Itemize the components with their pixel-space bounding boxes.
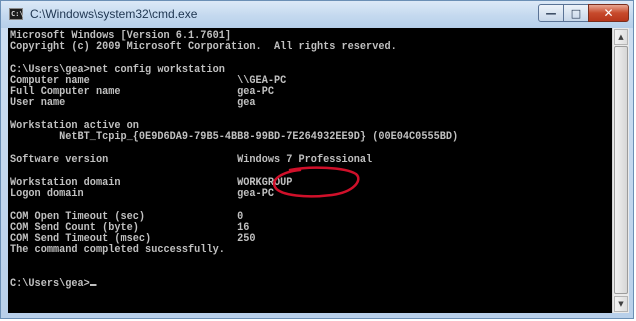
scroll-down-button[interactable]: ▼: [614, 296, 628, 312]
scroll-up-button[interactable]: ▲: [614, 29, 628, 45]
maximize-icon: □: [570, 6, 582, 20]
cmd-window: C:\ C:\Windows\system32\cmd.exe — □ ✕ Mi…: [0, 0, 634, 319]
scrollbar-thumb[interactable]: [614, 46, 628, 294]
arrow-up-icon: ▲: [618, 33, 624, 41]
console-prompt: C:\Users\gea>: [10, 278, 90, 290]
console-line-logon-domain: Logon domain gea-PC: [10, 188, 274, 200]
console-prompt-line[interactable]: C:\Users\gea>: [10, 278, 97, 290]
arrow-down-icon: ▼: [618, 300, 624, 308]
cmd-app-icon[interactable]: C:\: [9, 8, 24, 20]
highlight-circle-annotation: [272, 166, 360, 198]
close-button[interactable]: ✕: [588, 4, 629, 22]
minimize-icon: —: [545, 6, 557, 20]
console-line-netbt: NetBT_Tcpip_{0E9D6DA9-79B5-4BB8-99BD-7E2…: [10, 131, 459, 143]
title-bar[interactable]: C:\ C:\Windows\system32\cmd.exe — □ ✕: [1, 1, 633, 28]
minimize-button[interactable]: —: [538, 4, 564, 22]
close-icon: ✕: [603, 6, 614, 20]
vertical-scrollbar[interactable]: ▲ ▼: [612, 28, 629, 313]
window-title: C:\Windows\system32\cmd.exe: [30, 7, 198, 21]
hand-drawn-circle: [272, 166, 360, 198]
text-cursor: [89, 284, 97, 286]
console-line-completed: The command completed successfully.: [10, 244, 225, 256]
console-line-user-name: User name gea: [10, 97, 256, 109]
console-line-copyright: Copyright (c) 2009 Microsoft Corporation…: [10, 41, 397, 53]
maximize-button[interactable]: □: [563, 4, 589, 22]
